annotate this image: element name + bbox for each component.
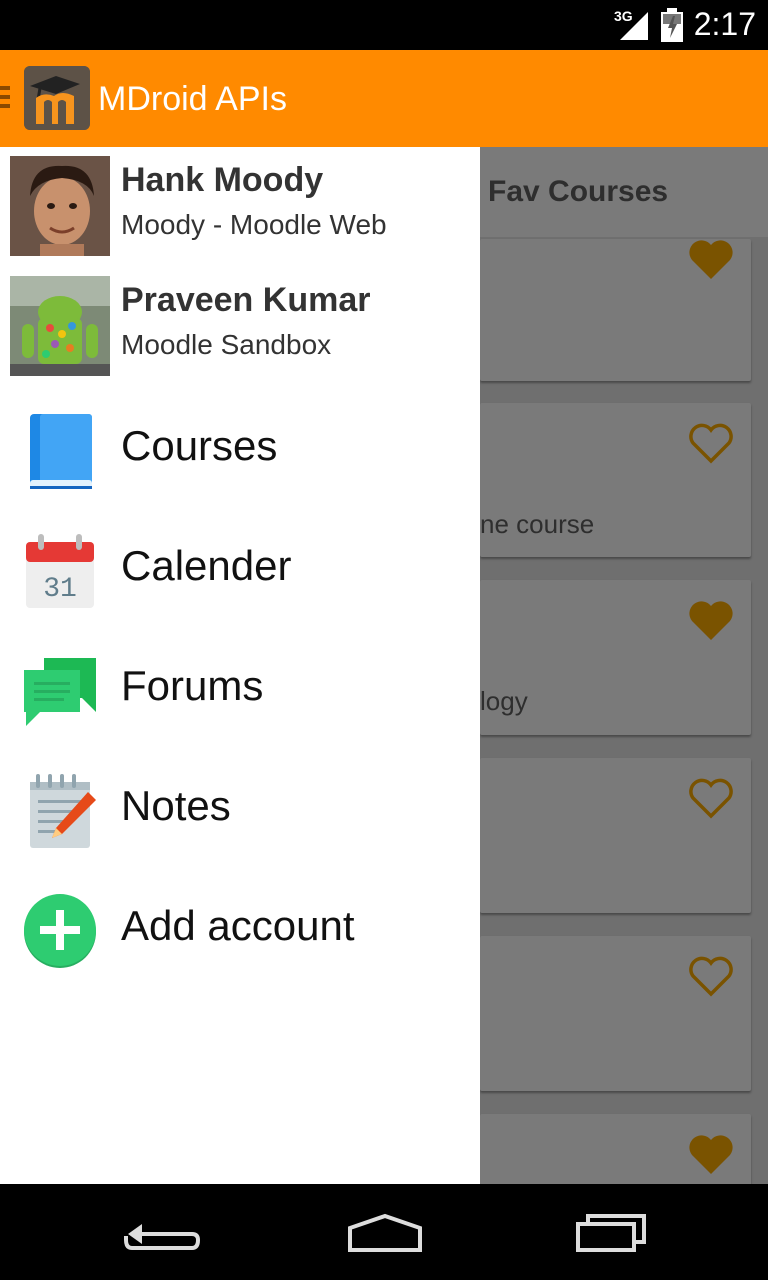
notepad-icon bbox=[30, 774, 96, 848]
screen-title: Fav Courses bbox=[488, 175, 669, 208]
account-name: Hank Moody bbox=[121, 161, 324, 199]
nav-item-label: Calender bbox=[121, 542, 292, 589]
app-title: MDroid APIs bbox=[98, 80, 287, 118]
avatar bbox=[10, 156, 110, 256]
nav-item-label: Forums bbox=[121, 662, 264, 709]
back-icon[interactable] bbox=[114, 1210, 204, 1254]
navigation-drawer: Hank Moody Moody - Moodle Web Praveen Ku… bbox=[0, 147, 480, 1184]
nav-item-add-account[interactable]: Add account bbox=[0, 872, 480, 982]
home-icon[interactable] bbox=[340, 1210, 430, 1254]
account-subtitle: Moodle Sandbox bbox=[121, 329, 332, 360]
account-item[interactable]: Hank Moody Moody - Moodle Web bbox=[0, 147, 480, 257]
calendar-icon-text: 31 bbox=[43, 574, 77, 605]
heart-filled-icon[interactable] bbox=[688, 239, 734, 281]
nav-item-label: Add account bbox=[121, 902, 355, 949]
heart-outline-icon[interactable] bbox=[688, 956, 734, 998]
course-name: ne course bbox=[480, 509, 595, 539]
battery-icon bbox=[661, 8, 683, 42]
app-logo[interactable] bbox=[24, 66, 90, 130]
heart-filled-icon[interactable] bbox=[688, 600, 734, 642]
signal-icon bbox=[620, 12, 648, 40]
heart-filled-icon[interactable] bbox=[688, 1134, 734, 1176]
course-card[interactable] bbox=[480, 239, 751, 381]
heart-outline-icon[interactable] bbox=[688, 423, 734, 465]
nav-item-calender[interactable]: 31 Calender bbox=[0, 512, 480, 622]
nav-item-label: Courses bbox=[121, 422, 278, 469]
avatar bbox=[10, 276, 110, 376]
heart-outline-icon[interactable] bbox=[688, 778, 734, 820]
course-card[interactable]: ne course bbox=[480, 403, 751, 557]
account-subtitle: Moody - Moodle Web bbox=[121, 209, 387, 240]
account-name: Praveen Kumar bbox=[121, 281, 371, 319]
menu-icon[interactable] bbox=[0, 86, 10, 110]
calendar-icon: 31 bbox=[26, 534, 94, 608]
plus-circle-icon bbox=[24, 894, 96, 968]
system-nav-bar bbox=[0, 1184, 768, 1280]
status-bar: 3G 2:17 bbox=[0, 0, 768, 50]
course-card[interactable]: logy bbox=[480, 580, 751, 735]
course-card[interactable] bbox=[480, 758, 751, 913]
nav-item-courses[interactable]: Courses bbox=[0, 392, 480, 502]
chat-icon bbox=[24, 658, 96, 726]
account-item[interactable]: Praveen Kumar Moodle Sandbox bbox=[0, 267, 480, 377]
fav-courses-screen: Fav Courses ne course logy bbox=[480, 147, 768, 1184]
course-card[interactable] bbox=[480, 936, 751, 1091]
nav-item-notes[interactable]: Notes bbox=[0, 752, 480, 862]
clock: 2:17 bbox=[693, 6, 756, 42]
course-name: logy bbox=[480, 686, 528, 716]
recent-apps-icon[interactable] bbox=[566, 1210, 656, 1254]
nav-item-label: Notes bbox=[121, 782, 231, 829]
book-icon bbox=[30, 414, 92, 489]
nav-item-forums[interactable]: Forums bbox=[0, 632, 480, 742]
course-card[interactable] bbox=[480, 1114, 751, 1184]
